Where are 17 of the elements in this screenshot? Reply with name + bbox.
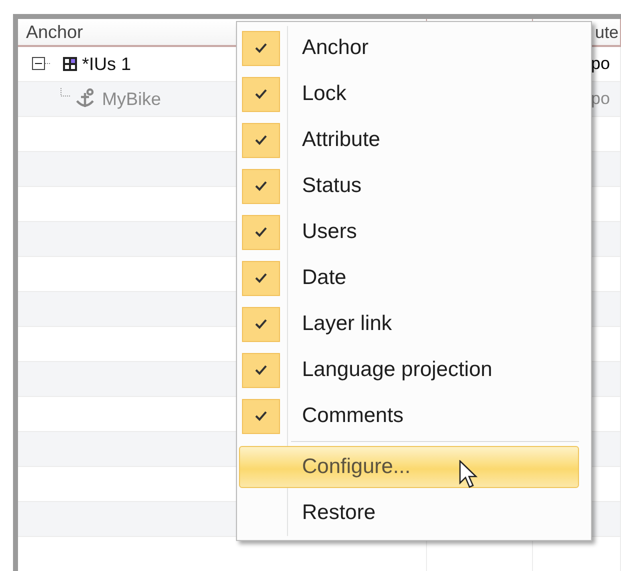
menu-item[interactable]: Comments [239, 395, 579, 437]
menu-item[interactable]: Restore [239, 492, 579, 534]
menu-item[interactable]: Configure... [239, 446, 579, 488]
mouse-pointer-icon [459, 460, 479, 490]
column-header[interactable]: Anchor [26, 22, 84, 42]
table-cell: po [591, 54, 610, 74]
menu-item[interactable]: Anchor [239, 27, 579, 69]
menu-item[interactable]: Users [239, 211, 579, 253]
column-header[interactable]: ute [595, 23, 619, 42]
menu-item[interactable]: Status [239, 165, 579, 207]
menu-item[interactable]: Lock [239, 73, 579, 115]
menu-item[interactable]: Layer link [239, 303, 579, 345]
tree-item[interactable]: *IUs 1 [82, 54, 132, 74]
menu-item[interactable]: Language projection [239, 349, 579, 391]
grid-icon [62, 56, 78, 72]
menu-item[interactable]: Date [239, 257, 579, 299]
menu-item[interactable]: Attribute [239, 119, 579, 161]
